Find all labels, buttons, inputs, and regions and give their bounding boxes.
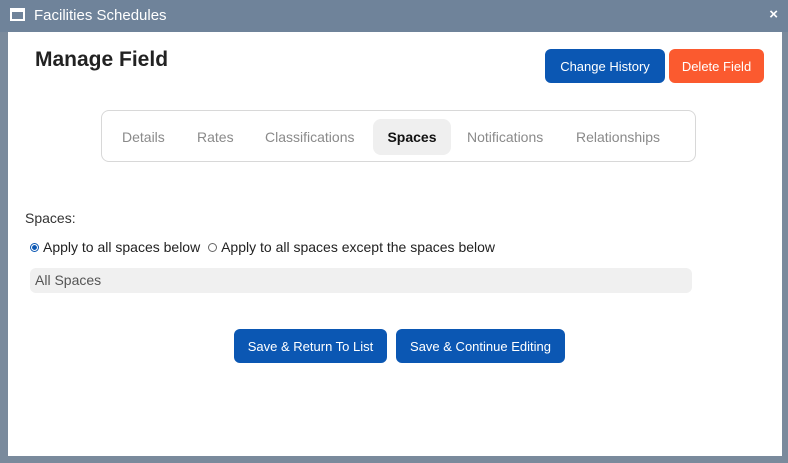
radio-apply-all[interactable] bbox=[30, 242, 39, 252]
spaces-list-field[interactable]: All Spaces bbox=[30, 268, 692, 293]
window-icon bbox=[10, 8, 25, 21]
change-history-button[interactable]: Change History bbox=[545, 49, 665, 83]
titlebar[interactable]: Facilities Schedules × bbox=[0, 0, 788, 32]
save-return-button[interactable]: Save & Return To List bbox=[234, 329, 387, 363]
tab-spaces[interactable]: Spaces bbox=[373, 119, 451, 155]
tab-rates[interactable]: Rates bbox=[187, 119, 244, 155]
tab-relationships[interactable]: Relationships bbox=[566, 119, 670, 155]
close-icon[interactable]: × bbox=[769, 6, 778, 23]
tab-notifications[interactable]: Notifications bbox=[457, 119, 553, 155]
dialog-window: Facilities Schedules × Manage Field Chan… bbox=[0, 0, 788, 463]
radio-apply-all-label[interactable]: Apply to all spaces below bbox=[43, 239, 200, 255]
page-title: Manage Field bbox=[35, 48, 169, 71]
tab-details[interactable]: Details bbox=[112, 119, 175, 155]
dialog-content: Manage Field Change History Delete Field… bbox=[8, 32, 782, 456]
spaces-label: Spaces: bbox=[25, 210, 76, 226]
spaces-radio-group: Apply to all spaces below Apply to all s… bbox=[30, 239, 499, 255]
radio-apply-except[interactable] bbox=[208, 242, 218, 252]
delete-field-button[interactable]: Delete Field bbox=[669, 49, 764, 83]
save-continue-button[interactable]: Save & Continue Editing bbox=[396, 329, 565, 363]
window-title: Facilities Schedules bbox=[34, 7, 167, 24]
tab-bar: Details Rates Classifications Spaces Not… bbox=[101, 110, 696, 162]
tab-classifications[interactable]: Classifications bbox=[255, 119, 364, 155]
radio-apply-except-label[interactable]: Apply to all spaces except the spaces be… bbox=[221, 239, 495, 255]
